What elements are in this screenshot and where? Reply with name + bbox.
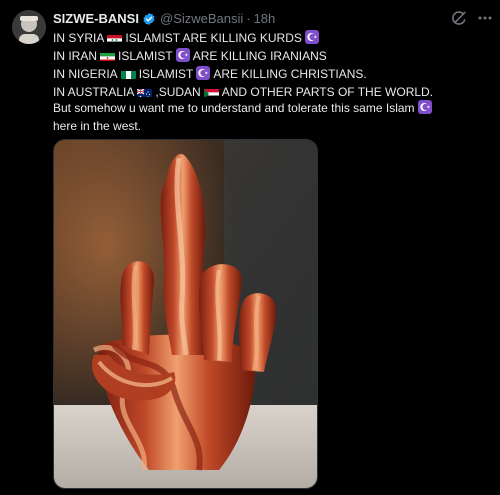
australia-flag-icon bbox=[137, 87, 153, 97]
star-and-crescent-emoji bbox=[304, 30, 319, 48]
text-segment: ARE KILLING CHRISTIANS. bbox=[213, 67, 367, 81]
text-line-5: But somehow u want me to understand and … bbox=[53, 100, 493, 118]
avatar-image bbox=[12, 10, 46, 44]
text-segment: here in the west. bbox=[53, 119, 142, 133]
verified-badge-icon bbox=[142, 12, 156, 26]
text-segment: ISLAMIST bbox=[138, 67, 194, 81]
star-and-crescent-emoji bbox=[196, 66, 211, 84]
separator-dot: · bbox=[246, 11, 251, 26]
tweet-header: SIZWE-BANSI @SizweBansii · 18h bbox=[53, 10, 440, 28]
tweet[interactable]: SIZWE-BANSI @SizweBansii · 18h IN SYRIA I… bbox=[0, 0, 500, 495]
text-line-3: IN NIGERIA ISLAMIST ARE KILLING CHRISTIANS… bbox=[53, 66, 493, 84]
author-handle[interactable]: @SizweBansii bbox=[160, 11, 243, 27]
text-segment: IN NIGERIA bbox=[53, 67, 118, 81]
syria-flag-icon bbox=[107, 33, 123, 43]
text-line-1: IN SYRIA ISLAMIST ARE KILLING KURDS bbox=[53, 30, 493, 48]
text-line-6: here in the west. bbox=[53, 118, 493, 134]
text-segment: IN IRAN bbox=[53, 49, 98, 63]
text-segment: ARE KILLING IRANIANS bbox=[192, 49, 327, 63]
star-and-crescent-emoji bbox=[175, 48, 190, 66]
text-line-2: IN IRAN ISLAMIST ARE KILLING IRANIANS bbox=[53, 48, 493, 66]
nigeria-flag-icon bbox=[120, 69, 136, 79]
text-segment: IN AUSTRALIA bbox=[53, 85, 135, 99]
post-timestamp[interactable]: 18h bbox=[254, 11, 276, 27]
sudan-flag-icon bbox=[203, 87, 219, 97]
text-segment: But somehow u want me to understand and … bbox=[53, 101, 415, 115]
text-segment: ISLAMIST ARE KILLING KURDS bbox=[125, 31, 302, 45]
star-and-crescent-emoji bbox=[417, 100, 432, 118]
grok-icon[interactable] bbox=[451, 10, 467, 26]
author-name[interactable]: SIZWE-BANSI bbox=[53, 11, 139, 27]
tweet-text: IN SYRIA ISLAMIST ARE KILLING KURDS IN IR… bbox=[53, 30, 493, 134]
text-segment: AND OTHER PARTS OF THE WORLD. bbox=[221, 85, 434, 99]
text-segment: IN SYRIA bbox=[53, 31, 105, 45]
more-icon[interactable] bbox=[477, 10, 493, 26]
iran-flag-icon bbox=[100, 51, 116, 61]
text-segment: ISLAMIST bbox=[118, 49, 173, 63]
text-line-4: IN AUSTRALIA ,SUDAN AND OTHER PARTS OF THE… bbox=[53, 84, 493, 100]
bacon-hand-image bbox=[54, 140, 317, 488]
avatar[interactable] bbox=[12, 10, 46, 44]
text-segment: ,SUDAN bbox=[155, 85, 201, 99]
tweet-image[interactable] bbox=[53, 139, 318, 489]
